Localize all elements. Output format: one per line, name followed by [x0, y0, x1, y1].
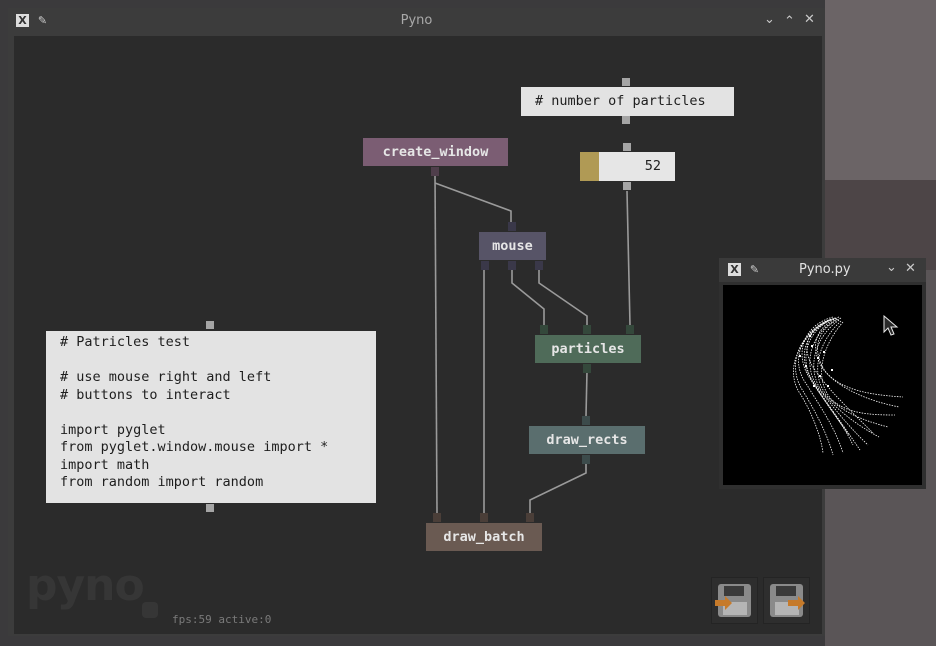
draw-rects-output-port[interactable] [582, 455, 590, 464]
comment-port-bottom[interactable] [622, 116, 630, 124]
number-field[interactable]: 52 [580, 152, 675, 181]
python-logo-icon [142, 602, 158, 618]
node-label: mouse [492, 238, 533, 254]
chevron-down-icon[interactable]: ⌄ [764, 12, 775, 27]
wire-window-to-mouse [434, 182, 512, 223]
draw-batch-input-port-2[interactable] [480, 513, 488, 522]
draw-rects-input-port[interactable] [582, 416, 590, 425]
draw-batch-input-port-3[interactable] [526, 513, 534, 522]
chevron-down-icon[interactable]: ⌄ [886, 260, 897, 275]
wire-mouse-to-particles-2 [538, 267, 588, 325]
code-comment[interactable]: # Patricles test # use mouse right and l… [46, 331, 376, 503]
mouse-cursor-icon [883, 315, 899, 336]
create-window-output-port[interactable] [431, 167, 439, 176]
node-draw-rects[interactable]: draw_rects [529, 426, 645, 454]
desktop-window-behind-2 [825, 180, 936, 270]
output-window-title: Pyno.py [799, 262, 851, 277]
wire-window-to-draw-batch [434, 174, 438, 514]
mouse-output-port-3[interactable] [535, 261, 543, 270]
code-comment-text: # Patricles test # use mouse right and l… [60, 334, 329, 490]
load-button[interactable] [711, 577, 758, 624]
node-label: draw_rects [546, 432, 628, 448]
pin-icon[interactable]: ✎ [748, 263, 761, 276]
node-particles[interactable]: particles [535, 335, 641, 363]
pyno-main-window: X ✎ Pyno ⌄ ⌃ ✕ # number of particles 52 … [8, 8, 825, 636]
status-text: fps:59 active:0 [172, 613, 272, 626]
code-comment-port-top[interactable] [206, 321, 214, 329]
chevron-up-icon[interactable]: ⌃ [784, 14, 795, 29]
code-comment-port-bottom[interactable] [206, 504, 214, 512]
output-window: X ✎ Pyno.py ⌄ ✕ [719, 258, 926, 489]
node-create-window[interactable]: create_window [363, 138, 508, 166]
node-label: draw_batch [443, 529, 525, 545]
comment-port-top[interactable] [622, 78, 630, 86]
pyno-logo: pyno [26, 560, 145, 611]
node-label: particles [551, 341, 625, 357]
load-floppy-icon [715, 584, 751, 617]
mouse-input-port[interactable] [508, 222, 516, 231]
particles-input-port-3[interactable] [626, 325, 634, 334]
x-app-icon: X [728, 263, 741, 276]
window-title: Pyno [400, 13, 433, 28]
mouse-output-port-2[interactable] [508, 261, 516, 270]
close-icon[interactable]: ✕ [804, 12, 815, 27]
node-draw-batch[interactable]: draw_batch [426, 523, 542, 551]
particles-input-port-1[interactable] [540, 325, 548, 334]
particle-render-canvas[interactable] [723, 285, 922, 485]
wire-number-to-particles [626, 190, 631, 326]
particles-count-comment[interactable]: # number of particles [521, 87, 734, 116]
draw-batch-input-port-1[interactable] [433, 513, 441, 522]
save-floppy-icon [770, 584, 805, 617]
main-titlebar[interactable]: X ✎ Pyno ⌄ ⌃ ✕ [8, 8, 825, 34]
particles-output-port[interactable] [583, 364, 591, 373]
output-titlebar[interactable]: X ✎ Pyno.py ⌄ ✕ [719, 258, 926, 282]
particles-input-port-2[interactable] [583, 325, 591, 334]
number-field-value: 52 [644, 158, 661, 174]
node-label: create_window [382, 144, 489, 160]
wire-particles-to-draw-rects [585, 370, 588, 417]
close-icon[interactable]: ✕ [905, 261, 916, 276]
comment-text: # number of particles [535, 93, 706, 109]
desktop-window-behind [825, 0, 936, 180]
node-canvas[interactable]: # number of particles 52 create_window m… [14, 36, 822, 634]
save-button[interactable] [763, 577, 810, 624]
number-field-output-port[interactable] [623, 182, 631, 190]
wire-draw-rects-to-draw-batch [529, 463, 587, 513]
mouse-output-port-1[interactable] [481, 261, 489, 270]
number-field-accent [580, 152, 599, 181]
node-mouse[interactable]: mouse [479, 232, 546, 260]
number-field-input-port[interactable] [623, 143, 631, 151]
